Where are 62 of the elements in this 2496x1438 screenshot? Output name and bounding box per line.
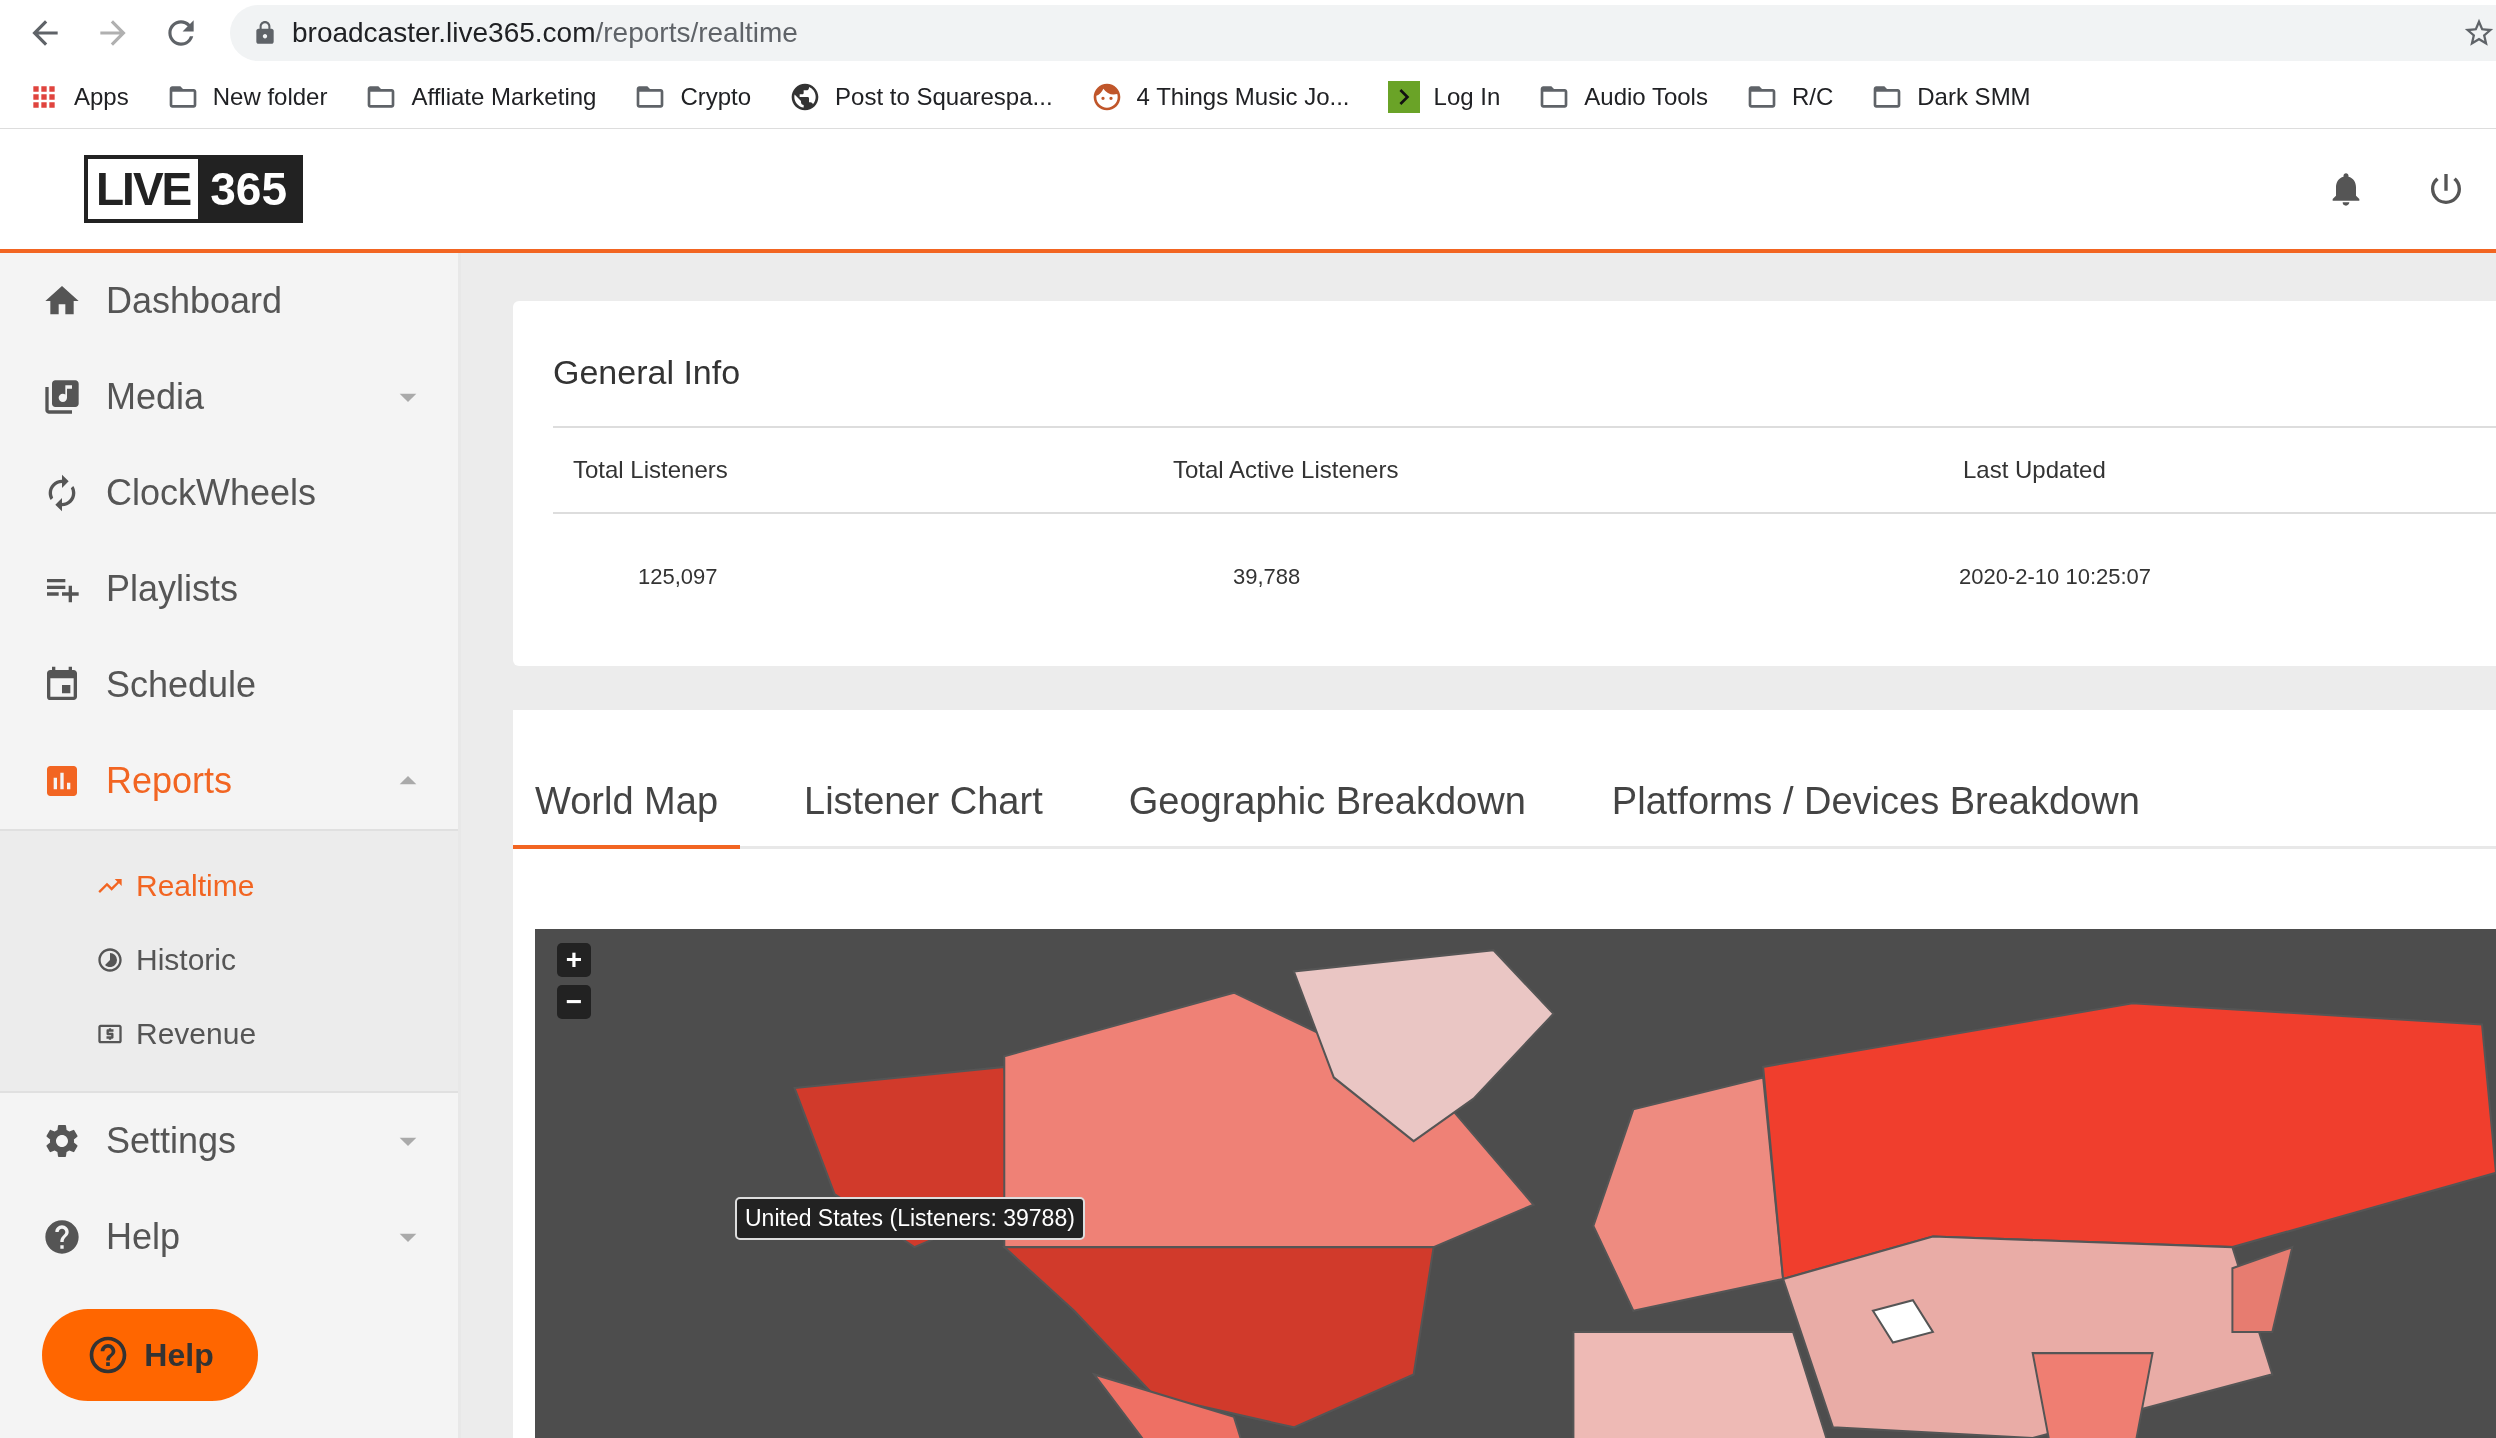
bookmark[interactable]: 4 Things Music Jo... bbox=[1090, 81, 1350, 113]
help-button[interactable]: Help bbox=[42, 1309, 258, 1401]
column-header: Total Listeners bbox=[553, 428, 1153, 514]
music-library-icon bbox=[42, 377, 82, 417]
bookmark[interactable]: Log In bbox=[1387, 81, 1501, 113]
tab[interactable]: Listener Chart bbox=[782, 780, 1065, 849]
column-header: Last Updated bbox=[1943, 428, 2496, 514]
bookmark[interactable]: New folder bbox=[166, 81, 328, 113]
bookmark-label: R/C bbox=[1791, 83, 1834, 111]
sidebar-item[interactable]: Playlists bbox=[0, 541, 458, 637]
bookmark-label: 4 Things Music Jo... bbox=[1136, 83, 1350, 111]
bookmark-label: Crypto bbox=[680, 83, 752, 111]
chevron-icon bbox=[1387, 81, 1420, 113]
submenu-label: Historic bbox=[136, 943, 236, 977]
submenu-label: Realtime bbox=[136, 869, 255, 903]
tab[interactable]: World Map bbox=[513, 780, 741, 849]
zoom-in-button[interactable]: + bbox=[557, 943, 591, 977]
column-header: Total Active Listeners bbox=[1153, 428, 1943, 514]
bookmark-label: New folder bbox=[212, 83, 328, 111]
bookmark[interactable]: R/C bbox=[1745, 81, 1834, 113]
bookmark[interactable]: Post to Squarespa... bbox=[789, 81, 1053, 113]
logo[interactable]: LIVE 365 bbox=[84, 155, 303, 223]
sidebar-label: Reports bbox=[106, 760, 234, 802]
card-title: General Info bbox=[553, 301, 2496, 428]
help-icon bbox=[42, 1217, 82, 1257]
submenu-label: Revenue bbox=[136, 1017, 257, 1051]
sidebar-label: ClockWheels bbox=[106, 472, 318, 514]
submenu-item[interactable]: Revenue bbox=[0, 997, 458, 1071]
sidebar-item[interactable]: Media bbox=[0, 349, 458, 445]
bookmark-label: Apps bbox=[74, 83, 129, 111]
url-path[interactable]: /reports/realtime bbox=[595, 17, 798, 49]
zoom-out-button[interactable]: − bbox=[557, 985, 591, 1019]
sidebar-item[interactable]: ClockWheels bbox=[0, 445, 458, 541]
sidebar-item[interactable]: Dashboard bbox=[0, 253, 458, 349]
sidebar-item[interactable]: Schedule bbox=[0, 637, 458, 733]
map-tooltip: United States (Listeners: 39788) bbox=[735, 1197, 1085, 1240]
tab[interactable]: Geographic Breakdown bbox=[1106, 780, 1548, 849]
sidebar-label: Schedule bbox=[106, 664, 258, 706]
bookmark[interactable]: Crypto bbox=[634, 81, 752, 113]
tab[interactable]: Platforms / Devices Breakdown bbox=[1589, 780, 2162, 849]
sidebar-label: Settings bbox=[106, 1120, 238, 1162]
sidebar-item[interactable]: Help bbox=[0, 1189, 458, 1285]
bookmark[interactable]: Affliate Marketing bbox=[365, 81, 597, 113]
bookmark-label: Post to Squarespa... bbox=[835, 83, 1053, 111]
submenu-item[interactable]: Historic bbox=[0, 923, 458, 997]
bookmark-label: Dark SMM bbox=[1917, 83, 2031, 111]
url-host[interactable]: broadcaster.live365.com bbox=[292, 17, 596, 49]
sidebar-label: Playlists bbox=[106, 568, 240, 610]
bookmark-label: Audio Tools bbox=[1584, 83, 1708, 111]
sidebar-label: Dashboard bbox=[106, 280, 284, 322]
bookmark[interactable]: Audio Tools bbox=[1538, 81, 1708, 113]
table-cell: 2020-2-10 10:25:07 bbox=[1959, 564, 2152, 589]
sidebar-label: Help bbox=[106, 1216, 182, 1258]
sidebar-item[interactable]: Settings bbox=[0, 1093, 458, 1189]
table-cell: 39,788 bbox=[1233, 564, 1301, 589]
bookmark-label: Log In bbox=[1433, 83, 1501, 111]
table-cell: 125,097 bbox=[638, 564, 718, 589]
sidebar-label: Media bbox=[106, 376, 206, 418]
bookmark[interactable]: Dark SMM bbox=[1871, 81, 2031, 113]
bookmark[interactable]: Apps bbox=[28, 81, 129, 113]
bookmark-label: Affliate Marketing bbox=[411, 83, 597, 111]
timelapse-icon bbox=[96, 946, 124, 974]
